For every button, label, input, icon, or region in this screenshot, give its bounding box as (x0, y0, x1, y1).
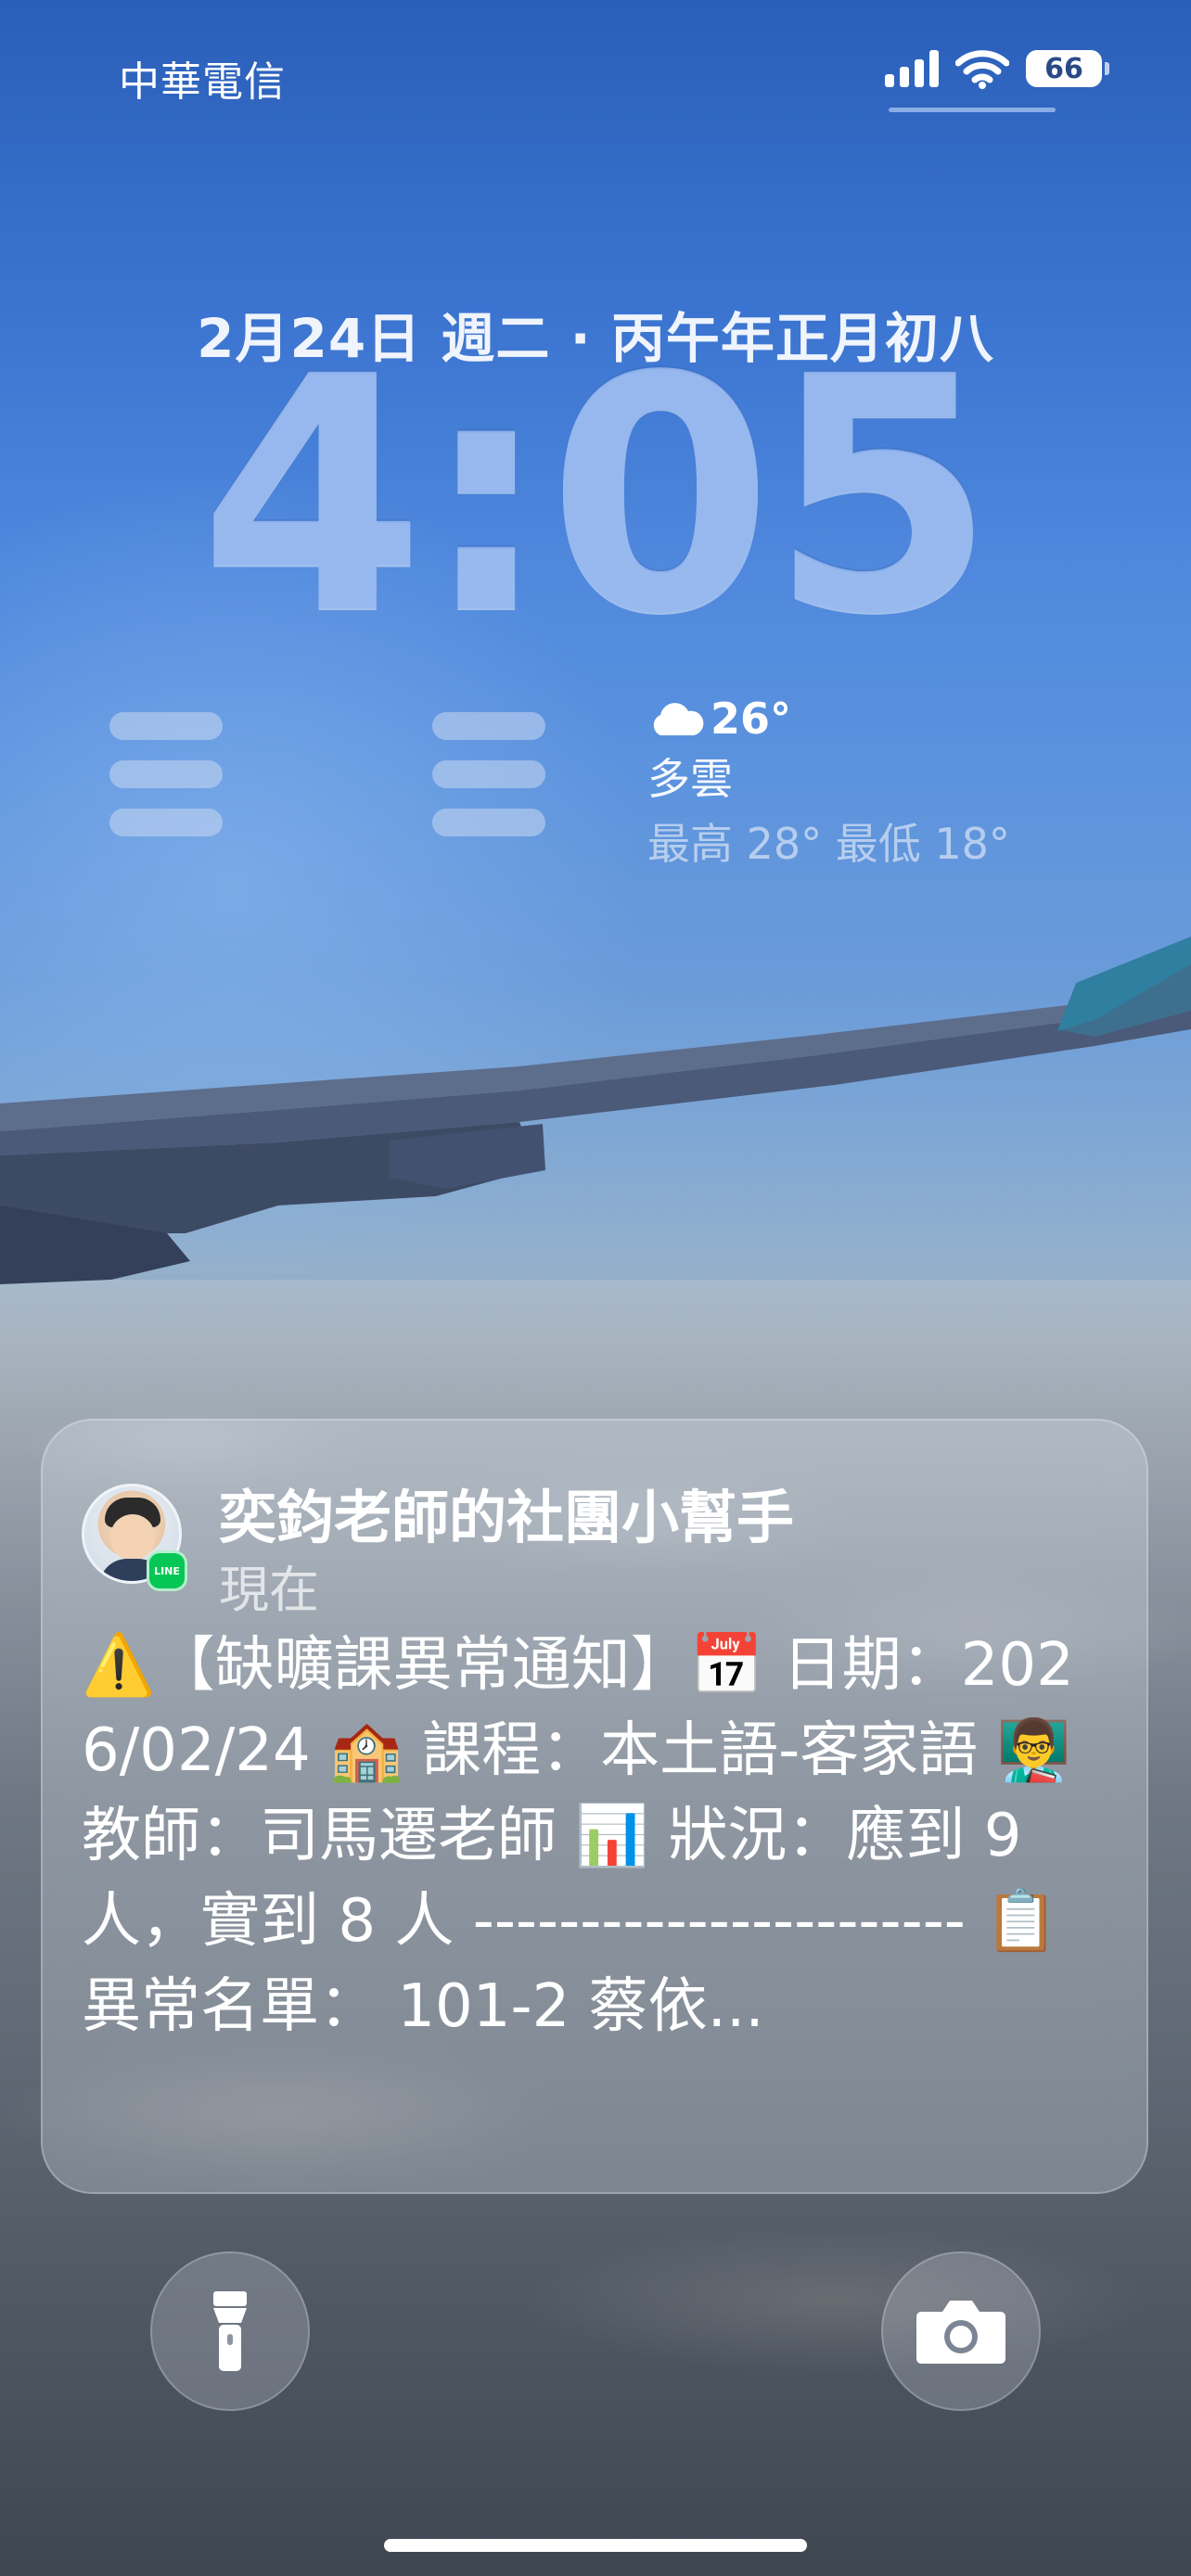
flashlight-icon (213, 2291, 247, 2371)
carrier-name: 中華電信 (119, 58, 286, 106)
notification-card[interactable]: LINE 奕鈞老師的社團小幫手 現在 ⚠️【缺曠課異常通知】📅 日期：2026/… (41, 1419, 1148, 2194)
notification-body: ⚠️【缺曠課異常通知】📅 日期：2026/02/24 🏫 課程：本土語-客家語 … (82, 1631, 1074, 2041)
widget-placeholder-2[interactable] (432, 712, 545, 836)
battery-icon: 66 (1026, 50, 1109, 87)
status-icons: 66 (885, 48, 1109, 89)
camera-button[interactable] (881, 2251, 1041, 2411)
weather-widget[interactable]: 26° 多雲 最高 28° 最低 18° (647, 694, 1010, 872)
flashlight-button[interactable] (150, 2251, 310, 2411)
cloud-icon (653, 703, 704, 735)
line-icon: LINE (147, 1550, 187, 1591)
wifi-icon (955, 50, 1009, 89)
notification-title: 奕鈞老師的社團小幫手 (219, 1484, 795, 1551)
weather-temperature: 26° (711, 694, 792, 744)
lock-clock: 4:05 (198, 307, 996, 685)
widget-placeholder-1[interactable] (109, 712, 223, 836)
weather-condition: 多雲 (647, 754, 733, 804)
home-indicator[interactable] (384, 2539, 807, 2552)
camera-icon (916, 2301, 1005, 2364)
signal-icon (885, 50, 939, 87)
notification-time: 現在 (219, 1561, 319, 1619)
weather-range: 最高 28° 最低 18° (647, 819, 1010, 869)
airplane-wing (0, 937, 1191, 1284)
status-indicator-line (889, 108, 1056, 112)
